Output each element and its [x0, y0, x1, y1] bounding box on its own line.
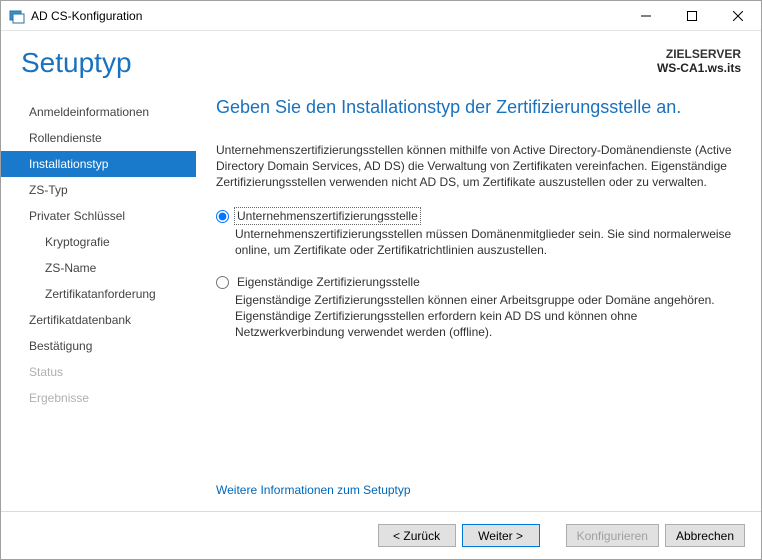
sidebar-item-2[interactable]: Installationstyp	[1, 151, 196, 177]
next-button[interactable]: Weiter >	[462, 524, 540, 547]
sidebar-item-11: Ergebnisse	[1, 385, 196, 411]
option-1: Eigenständige Zertifizierungsstelle Eigen…	[216, 274, 735, 340]
maximize-button[interactable]	[669, 1, 715, 31]
title-bar: AD CS-Konfiguration	[1, 1, 761, 31]
configure-button[interactable]: Konfigurieren	[566, 524, 659, 547]
wizard-footer: < Zurück Weiter > Konfigurieren Abbreche…	[1, 511, 761, 559]
sidebar-item-7[interactable]: Zertifikatanforderung	[1, 281, 196, 307]
more-info-link[interactable]: Weitere Informationen zum Setuptyp	[216, 483, 411, 497]
minimize-button[interactable]	[623, 1, 669, 31]
wizard-sidebar: AnmeldeinformationenRollendiensteInstall…	[1, 93, 196, 500]
page-heading: Setuptyp	[21, 47, 657, 79]
app-icon	[9, 8, 25, 24]
sidebar-item-4[interactable]: Privater Schlüssel	[1, 203, 196, 229]
cancel-button[interactable]: Abbrechen	[665, 524, 745, 547]
target-server: WS-CA1.ws.its	[657, 61, 741, 75]
wizard-header: Setuptyp ZIELSERVER WS-CA1.ws.its	[1, 31, 761, 85]
option-radio-1[interactable]	[216, 276, 229, 289]
option-0: Unternehmenszertifizierungsstelle Unterne…	[216, 208, 735, 258]
option-title-1: Eigenständige Zertifizierungsstelle	[235, 274, 422, 290]
sidebar-item-10: Status	[1, 359, 196, 385]
target-server-block: ZIELSERVER WS-CA1.ws.its	[657, 47, 741, 75]
target-label: ZIELSERVER	[657, 47, 741, 61]
sidebar-item-3[interactable]: ZS-Typ	[1, 177, 196, 203]
back-button[interactable]: < Zurück	[378, 524, 456, 547]
option-title-0: Unternehmenszertifizierungsstelle	[235, 208, 420, 224]
option-radio-0[interactable]	[216, 210, 229, 223]
sidebar-item-9[interactable]: Bestätigung	[1, 333, 196, 359]
option-desc-0: Unternehmenszertifizierungsstellen müsse…	[235, 226, 735, 258]
sidebar-item-8[interactable]: Zertifikatdatenbank	[1, 307, 196, 333]
sidebar-item-5[interactable]: Kryptografie	[1, 229, 196, 255]
sidebar-item-0[interactable]: Anmeldeinformationen	[1, 99, 196, 125]
intro-text: Unternehmenszertifizierungsstellen könne…	[216, 142, 735, 190]
close-button[interactable]	[715, 1, 761, 31]
sidebar-item-6[interactable]: ZS-Name	[1, 255, 196, 281]
sidebar-item-1[interactable]: Rollendienste	[1, 125, 196, 151]
option-desc-1: Eigenständige Zertifizierungsstellen kön…	[235, 292, 735, 340]
wizard-content: Geben Sie den Installationstyp der Zerti…	[196, 93, 761, 500]
window-title: AD CS-Konfiguration	[31, 9, 142, 23]
content-title: Geben Sie den Installationstyp der Zerti…	[216, 97, 735, 118]
